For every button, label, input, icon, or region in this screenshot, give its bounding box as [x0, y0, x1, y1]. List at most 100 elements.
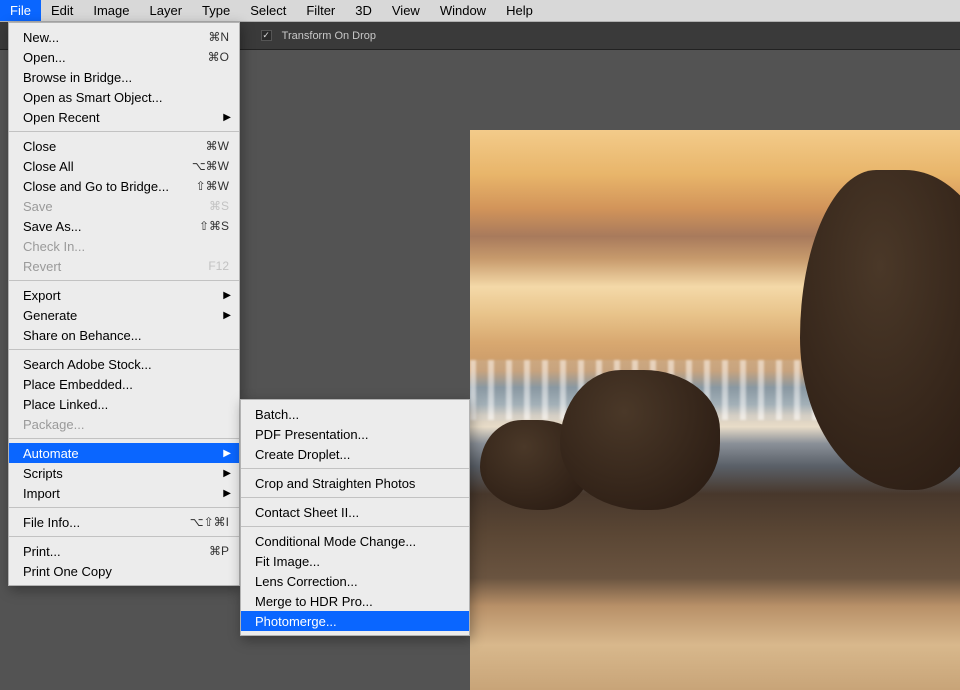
- file-menu-item-package: Package...: [9, 414, 239, 434]
- menubar-item-layer[interactable]: Layer: [140, 0, 193, 21]
- file-menu-item-place-linked[interactable]: Place Linked...: [9, 394, 239, 414]
- menubar-item-edit[interactable]: Edit: [41, 0, 83, 21]
- menu-item-shortcut: ⌘N: [208, 30, 229, 44]
- menu-item-label: Photomerge...: [255, 614, 459, 629]
- chevron-right-icon: ▶: [223, 488, 231, 499]
- menu-item-shortcut: ⌥⌘W: [192, 159, 229, 173]
- file-menu-item-save-as[interactable]: Save As...⇧⌘S: [9, 216, 239, 236]
- menu-item-label: Open...: [23, 50, 208, 65]
- automate-menu-item-fit-image[interactable]: Fit Image...: [241, 551, 469, 571]
- menu-item-shortcut: ⌘O: [208, 50, 229, 64]
- menu-item-label: Place Embedded...: [23, 377, 229, 392]
- file-menu-item-close-and-go-to-bridge[interactable]: Close and Go to Bridge...⇧⌘W: [9, 176, 239, 196]
- menu-item-shortcut: ⇧⌘W: [196, 179, 229, 193]
- file-menu-item-place-embedded[interactable]: Place Embedded...: [9, 374, 239, 394]
- document-canvas[interactable]: [470, 130, 960, 690]
- file-menu-item-revert: RevertF12: [9, 256, 239, 276]
- file-menu-item-file-info[interactable]: File Info...⌥⇧⌘I: [9, 512, 239, 532]
- menu-item-label: Lens Correction...: [255, 574, 459, 589]
- menu-item-label: Automate: [23, 446, 229, 461]
- automate-submenu: Batch... PDF Presentation... Create Drople…: [240, 399, 470, 636]
- file-menu-item-close[interactable]: Close⌘W: [9, 136, 239, 156]
- file-menu-item-open-as-smart-object[interactable]: Open as Smart Object...: [9, 87, 239, 107]
- menubar-item-type[interactable]: Type: [192, 0, 240, 21]
- canvas-content: [560, 370, 720, 510]
- menu-item-label: Fit Image...: [255, 554, 459, 569]
- chevron-right-icon: ▶: [223, 468, 231, 479]
- menu-item-label: Package...: [23, 417, 229, 432]
- menu-item-label: Close: [23, 139, 206, 154]
- menu-item-shortcut: ⇧⌘S: [199, 219, 229, 233]
- menu-item-label: Close and Go to Bridge...: [23, 179, 196, 194]
- file-menu-item-print[interactable]: Print...⌘P: [9, 541, 239, 561]
- menu-item-label: Revert: [23, 259, 208, 274]
- automate-menu-item-create-droplet[interactable]: Create Droplet...: [241, 444, 469, 464]
- menu-item-label: Generate: [23, 308, 229, 323]
- menu-item-label: Save As...: [23, 219, 199, 234]
- automate-menu-item-crop-and-straighten-photos[interactable]: Crop and Straighten Photos: [241, 473, 469, 493]
- menubar-item-help[interactable]: Help: [496, 0, 543, 21]
- menu-item-label: Place Linked...: [23, 397, 229, 412]
- file-menu-item-search-adobe-stock[interactable]: Search Adobe Stock...: [9, 354, 239, 374]
- file-menu-separator: [9, 536, 239, 537]
- automate-menu-item-pdf-presentation[interactable]: PDF Presentation...: [241, 424, 469, 444]
- menubar-item-view[interactable]: View: [382, 0, 430, 21]
- file-menu: New...⌘NOpen...⌘OBrowse in Bridge...Open…: [8, 22, 240, 586]
- menu-item-label: Check In...: [23, 239, 229, 254]
- automate-menu-item-batch[interactable]: Batch...: [241, 404, 469, 424]
- menu-item-label: Print One Copy: [23, 564, 229, 579]
- menu-item-label: Import: [23, 486, 229, 501]
- file-menu-item-share-on-behance[interactable]: Share on Behance...: [9, 325, 239, 345]
- file-menu-item-new[interactable]: New...⌘N: [9, 27, 239, 47]
- file-menu-item-close-all[interactable]: Close All⌥⌘W: [9, 156, 239, 176]
- menu-item-label: Save: [23, 199, 209, 214]
- menubar-item-filter[interactable]: Filter: [296, 0, 345, 21]
- file-menu-item-print-one-copy[interactable]: Print One Copy: [9, 561, 239, 581]
- transform-on-drop-label: Transform On Drop: [282, 30, 376, 42]
- menu-item-label: Scripts: [23, 466, 229, 481]
- chevron-right-icon: ▶: [223, 290, 231, 301]
- menu-item-shortcut: ⌘S: [209, 199, 229, 213]
- menubar-item-file[interactable]: File: [0, 0, 41, 21]
- menu-item-label: Contact Sheet II...: [255, 505, 459, 520]
- file-menu-item-generate[interactable]: Generate▶: [9, 305, 239, 325]
- menu-item-label: Share on Behance...: [23, 328, 229, 343]
- menu-item-label: Browse in Bridge...: [23, 70, 229, 85]
- file-menu-item-import[interactable]: Import▶: [9, 483, 239, 503]
- menubar-item-window[interactable]: Window: [430, 0, 496, 21]
- file-menu-item-open[interactable]: Open...⌘O: [9, 47, 239, 67]
- menu-item-label: Merge to HDR Pro...: [255, 594, 459, 609]
- automate-menu-item-contact-sheet-ii[interactable]: Contact Sheet II...: [241, 502, 469, 522]
- file-menu-separator: [9, 131, 239, 132]
- file-menu-separator: [9, 280, 239, 281]
- automate-menu-separator: [241, 526, 469, 527]
- file-menu-item-open-recent[interactable]: Open Recent▶: [9, 107, 239, 127]
- menu-item-label: Conditional Mode Change...: [255, 534, 459, 549]
- file-menu-item-check-in: Check In...: [9, 236, 239, 256]
- file-menu-item-browse-in-bridge[interactable]: Browse in Bridge...: [9, 67, 239, 87]
- automate-menu-item-photomerge[interactable]: Photomerge...: [241, 611, 469, 631]
- transform-on-drop-checkbox[interactable]: [261, 30, 272, 41]
- automate-menu-item-conditional-mode-change[interactable]: Conditional Mode Change...: [241, 531, 469, 551]
- chevron-right-icon: ▶: [223, 310, 231, 321]
- file-menu-separator: [9, 438, 239, 439]
- automate-menu-item-lens-correction[interactable]: Lens Correction...: [241, 571, 469, 591]
- menubar-item-3d[interactable]: 3D: [345, 0, 382, 21]
- menu-item-label: PDF Presentation...: [255, 427, 459, 442]
- menubar-item-select[interactable]: Select: [240, 0, 296, 21]
- menu-item-label: Print...: [23, 544, 209, 559]
- menu-item-label: Create Droplet...: [255, 447, 459, 462]
- menu-item-label: Search Adobe Stock...: [23, 357, 229, 372]
- automate-menu-item-merge-to-hdr-pro[interactable]: Merge to HDR Pro...: [241, 591, 469, 611]
- menu-item-shortcut: ⌥⇧⌘I: [190, 515, 229, 529]
- automate-menu-separator: [241, 497, 469, 498]
- file-menu-separator: [9, 507, 239, 508]
- file-menu-item-export[interactable]: Export▶: [9, 285, 239, 305]
- file-menu-separator: [9, 349, 239, 350]
- chevron-right-icon: ▶: [223, 112, 231, 123]
- file-menu-item-automate[interactable]: Automate▶: [9, 443, 239, 463]
- menubar-item-image[interactable]: Image: [83, 0, 139, 21]
- file-menu-item-scripts[interactable]: Scripts▶: [9, 463, 239, 483]
- canvas-content: [800, 170, 960, 490]
- menu-item-shortcut: F12: [208, 259, 229, 273]
